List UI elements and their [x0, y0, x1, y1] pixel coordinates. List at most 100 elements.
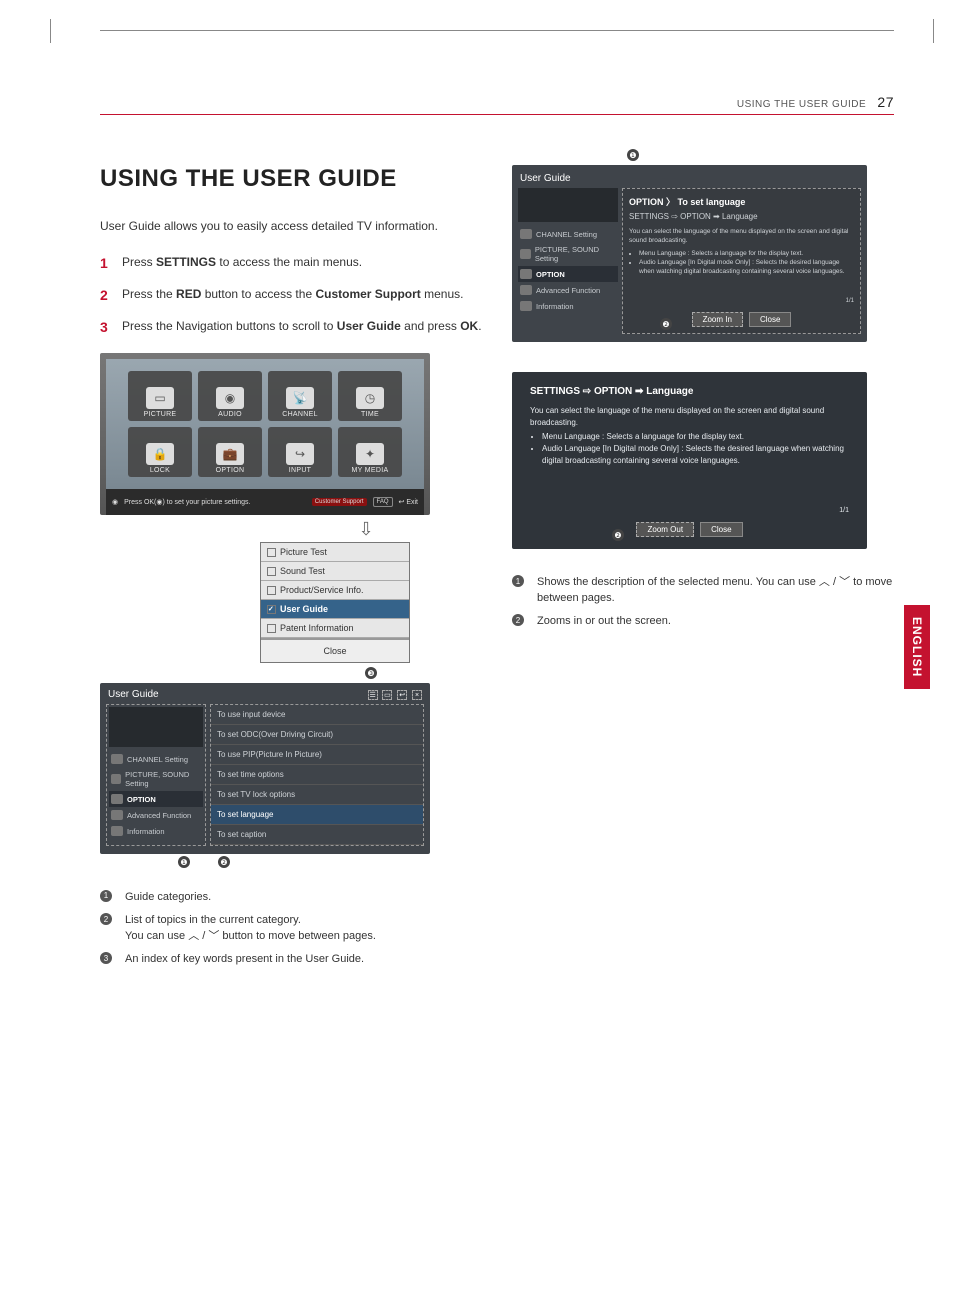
right-column: ❶ User Guide CHANNEL Setting PICTURE, SO…	[512, 165, 894, 976]
detail-desc: You can select the language of the menu …	[629, 227, 854, 245]
zoomed-close-button[interactable]: Close	[700, 522, 742, 537]
dside-channel[interactable]: CHANNEL Setting	[518, 226, 618, 242]
detail-preview	[518, 188, 618, 222]
detail-sidebar: CHANNEL Setting PICTURE, SOUND Setting O…	[518, 188, 618, 334]
step-3: Press the Navigation buttons to scroll t…	[100, 317, 482, 335]
faq-button[interactable]: FAQ	[373, 497, 393, 507]
lock-icon: 🔒	[146, 443, 174, 465]
tv-icon	[520, 229, 532, 239]
detail-main-panel: OPTION 〉 To set language SETTINGS ⇨ OPTI…	[622, 188, 861, 334]
menu-lock[interactable]: 🔒LOCK	[128, 427, 192, 477]
dside-advanced[interactable]: Advanced Function	[518, 282, 618, 298]
zoomed-path: SETTINGS ⇨ OPTION ➡ Language	[530, 386, 849, 397]
topic-language[interactable]: To set language	[211, 805, 423, 825]
menu-audio[interactable]: ◉AUDIO	[198, 371, 262, 421]
topic-odc[interactable]: To set ODC(Over Driving Circuit)	[211, 725, 423, 745]
side-advanced[interactable]: Advanced Function	[109, 807, 203, 823]
antenna-icon: 📡	[286, 387, 314, 409]
ug-preview-thumb	[109, 707, 203, 747]
zoom-out-button[interactable]: Zoom Out	[636, 522, 694, 537]
ug-title: User Guide	[108, 689, 159, 700]
window-controls: ☰ ▭ ↩ ×	[366, 689, 422, 700]
cs-item-patent-info[interactable]: Patent Information	[261, 619, 409, 638]
left-callouts: 1Guide categories. 2List of topics in th…	[100, 890, 482, 968]
gear-icon	[520, 269, 532, 279]
user-guide-browser-screenshot: User Guide ☰ ▭ ↩ × CHANNEL Setting PICTU	[100, 683, 430, 854]
cs-item-sound-test[interactable]: Sound Test	[261, 562, 409, 581]
two-column-layout: USING THE USER GUIDE User Guide allows y…	[100, 165, 894, 976]
page: USING THE USER GUIDE 27 ENGLISH USING TH…	[100, 30, 894, 976]
detail-title: User Guide	[518, 171, 861, 188]
sliders-icon	[111, 774, 121, 784]
side-information[interactable]: Information	[109, 823, 203, 839]
cs-item-user-guide[interactable]: User Guide	[261, 600, 409, 619]
callout-marker-1: ❶	[178, 856, 190, 868]
zoomed-desc: You can select the language of the menu …	[530, 405, 849, 429]
rcallout-2-text: Zooms in or out the screen.	[537, 614, 671, 629]
callout-2-text: List of topics in the current category. …	[125, 913, 376, 944]
side-picture-sound[interactable]: PICTURE, SOUND Setting	[109, 767, 203, 791]
monitor-icon: ▭	[146, 387, 174, 409]
bullet-2-icon: 2	[100, 913, 112, 925]
dside-picture-sound[interactable]: PICTURE, SOUND Setting	[518, 242, 618, 266]
gear-icon	[111, 794, 123, 804]
detail-callout-marker-1: ❶	[627, 149, 639, 161]
page-indicator: 1/1	[629, 298, 854, 304]
media-icon: ✦	[356, 443, 384, 465]
menu-time[interactable]: ◷TIME	[338, 371, 402, 421]
sliders-icon	[520, 249, 531, 259]
info-icon	[520, 301, 532, 311]
rbullet-2-icon: 2	[512, 614, 524, 626]
dside-information[interactable]: Information	[518, 298, 618, 314]
detail-panel-title: OPTION 〉 To set language	[629, 195, 854, 208]
cs-close-button[interactable]: Close	[261, 638, 409, 662]
user-guide-detail-screenshot: User Guide CHANNEL Setting PICTURE, SOUN…	[512, 165, 867, 342]
bullet-1-icon: 1	[100, 890, 112, 902]
bullet-3-icon: 3	[100, 952, 112, 964]
topic-pip[interactable]: To use PIP(Picture In Picture)	[211, 745, 423, 765]
menu-option[interactable]: 💼OPTION	[198, 427, 262, 477]
index-icon[interactable]: ☰	[368, 690, 378, 700]
callout-3-text: An index of key words present in the Use…	[125, 952, 364, 967]
step-2: Press the RED button to access the Custo…	[100, 285, 482, 303]
zoomed-detail-screenshot: SETTINGS ⇨ OPTION ➡ Language You can sel…	[512, 372, 867, 549]
zoom-in-button[interactable]: Zoom In	[692, 312, 743, 327]
cs-item-product-info[interactable]: Product/Service Info.	[261, 581, 409, 600]
menu-channel[interactable]: 📡CHANNEL	[268, 371, 332, 421]
zoomed-bullets: Menu Language : Selects a language for t…	[530, 431, 849, 467]
close-icon[interactable]: ×	[412, 690, 422, 700]
topic-input-device[interactable]: To use input device	[211, 705, 423, 725]
briefcase-icon: 💼	[216, 443, 244, 465]
rbullet-1-icon: 1	[512, 575, 524, 587]
tv-main-menu-screenshot: ▭PICTURE ◉AUDIO 📡CHANNEL ◷TIME 🔒LOCK 💼OP…	[100, 353, 430, 515]
input-icon: ↪	[286, 443, 314, 465]
customer-support-button[interactable]: Customer Support	[312, 498, 367, 506]
dside-option[interactable]: OPTION	[518, 266, 618, 282]
zoomed-page-indicator: 1/1	[530, 507, 849, 514]
menu-input[interactable]: ↪INPUT	[268, 427, 332, 477]
callout-marker-2: ❷	[218, 856, 230, 868]
tv-footer-bar: ◉ Press OK(◉) to set your picture settin…	[106, 489, 424, 515]
side-channel-setting[interactable]: CHANNEL Setting	[109, 751, 203, 767]
clock-icon: ◷	[356, 387, 384, 409]
detail-close-button[interactable]: Close	[749, 312, 791, 327]
cs-item-picture-test[interactable]: Picture Test	[261, 543, 409, 562]
page-number: 27	[877, 94, 894, 110]
topic-lock[interactable]: To set TV lock options	[211, 785, 423, 805]
side-option[interactable]: OPTION	[109, 791, 203, 807]
footer-hint: Press OK(◉) to set your picture settings…	[124, 498, 250, 506]
topic-caption[interactable]: To set caption	[211, 825, 423, 845]
crop-marks	[100, 30, 894, 54]
topic-time[interactable]: To set time options	[211, 765, 423, 785]
menu-mymedia[interactable]: ✦MY MEDIA	[338, 427, 402, 477]
steps-list: Press SETTINGS to access the main menus.…	[100, 253, 482, 335]
tv-icon	[111, 754, 123, 764]
intro-text: User Guide allows you to easily access d…	[100, 217, 482, 235]
screen-icon[interactable]: ▭	[382, 690, 392, 700]
customer-support-menu: Picture Test Sound Test Product/Service …	[260, 542, 410, 663]
back-icon[interactable]: ↩	[397, 690, 407, 700]
page-title: USING THE USER GUIDE	[100, 165, 482, 193]
speaker-icon: ◉	[216, 387, 244, 409]
menu-picture[interactable]: ▭PICTURE	[128, 371, 192, 421]
exit-button[interactable]: ↩ Exit	[399, 498, 418, 506]
